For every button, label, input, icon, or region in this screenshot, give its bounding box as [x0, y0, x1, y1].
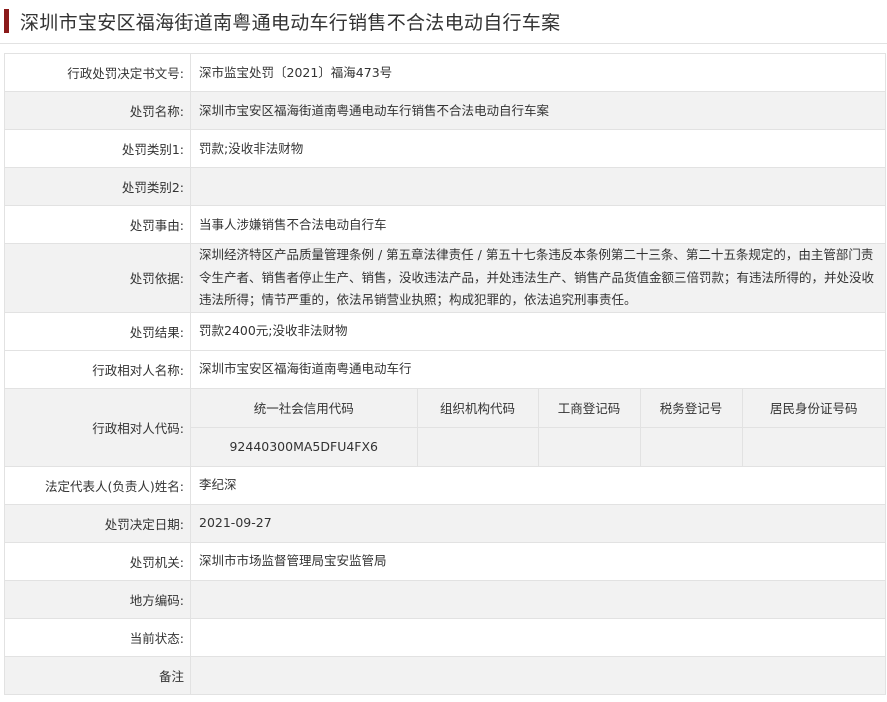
value-org-code	[417, 427, 539, 466]
row-category2: 处罚类别2:	[4, 167, 886, 206]
value-legal-rep: 李纪深	[190, 465, 886, 505]
header-divider	[0, 43, 887, 44]
label-result: 处罚结果:	[4, 311, 191, 351]
row-decision-date: 处罚决定日期: 2021-09-27	[4, 503, 886, 543]
row-party-name: 行政相对人名称: 深圳市宝安区福海街道南粤通电动车行	[4, 349, 886, 389]
label-category2: 处罚类别2:	[4, 167, 191, 206]
value-tax-reg	[640, 427, 743, 466]
label-category1: 处罚类别1:	[4, 129, 191, 168]
value-id-number	[742, 427, 885, 466]
row-cause: 处罚事由: 当事人涉嫌销售不合法电动自行车	[4, 205, 886, 244]
value-category1: 罚款;没收非法财物	[190, 129, 886, 168]
value-basis: 深圳经济特区产品质量管理条例 / 第五章法律责任 / 第五十七条违反本条例第二十…	[190, 243, 886, 313]
row-decision-no: 行政处罚决定书文号: 深市监宝处罚〔2021〕福海473号	[4, 53, 886, 92]
label-status: 当前状态:	[4, 617, 191, 657]
value-remark	[190, 655, 886, 695]
label-party-name: 行政相对人名称:	[4, 349, 191, 389]
party-code-header-row: 统一社会信用代码 组织机构代码 工商登记码 税务登记号 居民身份证号码	[191, 388, 885, 428]
header-business-reg: 工商登记码	[538, 388, 641, 428]
value-cause: 当事人涉嫌销售不合法电动自行车	[190, 205, 886, 244]
label-authority: 处罚机关:	[4, 541, 191, 581]
value-category2	[190, 167, 886, 206]
header-org-code: 组织机构代码	[417, 388, 539, 428]
row-authority: 处罚机关: 深圳市市场监督管理局宝安监管局	[4, 541, 886, 581]
value-decision-date: 2021-09-27	[190, 503, 886, 543]
value-party-name: 深圳市宝安区福海街道南粤通电动车行	[190, 349, 886, 389]
title-accent-bar	[4, 9, 9, 33]
value-authority: 深圳市市场监督管理局宝安监管局	[190, 541, 886, 581]
row-result: 处罚结果: 罚款2400元;没收非法财物	[4, 311, 886, 351]
value-business-reg	[538, 427, 641, 466]
value-status	[190, 617, 886, 657]
value-local-code	[190, 579, 886, 619]
row-status: 当前状态:	[4, 617, 886, 657]
value-credit-code: 92440300MA5DFU4FX6	[191, 427, 418, 466]
row-legal-rep: 法定代表人(负责人)姓名: 李纪深	[4, 465, 886, 505]
header-id-number: 居民身份证号码	[742, 388, 885, 428]
label-legal-rep: 法定代表人(负责人)姓名:	[4, 465, 191, 505]
row-category1: 处罚类别1: 罚款;没收非法财物	[4, 129, 886, 168]
penalty-info-table: 行政处罚决定书文号: 深市监宝处罚〔2021〕福海473号 处罚名称: 深圳市宝…	[4, 53, 886, 695]
label-decision-no: 行政处罚决定书文号:	[4, 53, 191, 92]
value-result: 罚款2400元;没收非法财物	[190, 311, 886, 351]
label-decision-date: 处罚决定日期:	[4, 503, 191, 543]
label-penalty-name: 处罚名称:	[4, 91, 191, 130]
row-basis: 处罚依据: 深圳经济特区产品质量管理条例 / 第五章法律责任 / 第五十七条违反…	[4, 243, 886, 313]
row-remark: 备注	[4, 655, 886, 695]
value-decision-no: 深市监宝处罚〔2021〕福海473号	[190, 53, 886, 92]
label-basis: 处罚依据:	[4, 243, 191, 313]
party-code-table: 统一社会信用代码 组织机构代码 工商登记码 税务登记号 居民身份证号码 9244…	[191, 388, 885, 466]
row-party-code: 行政相对人代码: 统一社会信用代码 组织机构代码 工商登记码 税务登记号 居民身…	[4, 387, 886, 467]
label-party-code: 行政相对人代码:	[4, 387, 191, 467]
label-remark: 备注	[4, 655, 191, 695]
value-penalty-name: 深圳市宝安区福海街道南粤通电动车行销售不合法电动自行车案	[190, 91, 886, 130]
party-code-cell: 统一社会信用代码 组织机构代码 工商登记码 税务登记号 居民身份证号码 9244…	[190, 387, 886, 467]
page-title: 深圳市宝安区福海街道南粤通电动车行销售不合法电动自行车案	[20, 11, 561, 34]
label-cause: 处罚事由:	[4, 205, 191, 244]
label-local-code: 地方编码:	[4, 579, 191, 619]
header-credit-code: 统一社会信用代码	[191, 388, 418, 428]
header-tax-reg: 税务登记号	[640, 388, 743, 428]
party-code-value-row: 92440300MA5DFU4FX6	[191, 427, 885, 466]
page-header: 深圳市宝安区福海街道南粤通电动车行销售不合法电动自行车案	[4, 8, 560, 34]
row-local-code: 地方编码:	[4, 579, 886, 619]
row-penalty-name: 处罚名称: 深圳市宝安区福海街道南粤通电动车行销售不合法电动自行车案	[4, 91, 886, 130]
